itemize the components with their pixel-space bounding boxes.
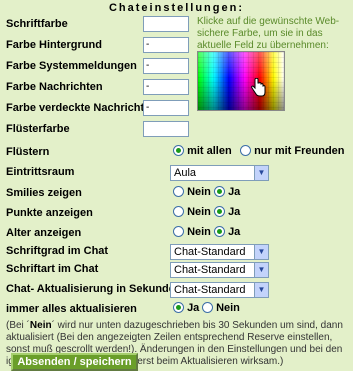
alter-option-nein[interactable]: Nein	[173, 226, 211, 238]
radio-label: nur mit Freunden	[254, 145, 345, 157]
label-punkte: Punkte anzeigen	[6, 207, 93, 219]
label-smilies: Smilies zeigen	[6, 187, 82, 199]
radio-label: Nein	[187, 226, 211, 238]
select-value: Chat-Standard	[174, 284, 246, 296]
label-farbe-verdeckte-nachricht: Farbe verdeckte Nachricht	[6, 102, 145, 114]
schriftgrad-select[interactable]: Chat-Standard ▼	[170, 244, 269, 260]
note-bold: Nein	[29, 320, 52, 331]
smilies-option-nein[interactable]: Nein	[173, 186, 211, 198]
label-eintrittsraum: Eintrittsraum	[6, 166, 75, 178]
radio-nein[interactable]	[173, 206, 184, 217]
label-schriftart: Schriftart im Chat	[6, 263, 99, 275]
chevron-down-icon[interactable]: ▼	[254, 166, 268, 180]
color-palette[interactable]	[197, 51, 285, 111]
label-farbe-systemmeldungen: Farbe Systemmeldungen	[6, 60, 137, 72]
schriftfarbe-field[interactable]	[143, 16, 189, 32]
farbe-hintergrund-field[interactable]: -	[143, 37, 189, 53]
note-prefix: (Bei ´	[6, 320, 30, 331]
immer-option-nein[interactable]: Nein	[202, 302, 240, 314]
radio-label: Nein	[187, 186, 211, 198]
radio-nur-freunde[interactable]	[240, 145, 251, 156]
radio-label: Nein	[216, 302, 240, 314]
label-fluestern: Flüstern	[6, 146, 50, 158]
eintrittsraum-select[interactable]: Aula ▼	[170, 165, 269, 181]
radio-ja[interactable]	[173, 302, 184, 313]
schriftart-select[interactable]: Chat-Standard ▼	[170, 262, 269, 278]
radio-label: Ja	[228, 206, 241, 218]
chevron-down-icon[interactable]: ▼	[254, 245, 268, 259]
punkte-option-ja[interactable]: Ja	[214, 206, 240, 218]
radio-ja[interactable]	[214, 226, 225, 237]
chevron-down-icon[interactable]: ▼	[254, 283, 268, 297]
farbe-nachrichten-field[interactable]: -	[143, 79, 189, 95]
select-value: Aula	[174, 167, 197, 179]
radio-ja[interactable]	[214, 186, 225, 197]
label-schriftgrad: Schriftgrad im Chat	[6, 245, 109, 257]
farbe-verdeckte-nachricht-field[interactable]: -	[143, 100, 189, 116]
page-title: Chateinstellungen:	[108, 2, 244, 14]
radio-label: mit allen	[187, 145, 232, 157]
radio-label: Ja	[187, 302, 200, 314]
aktualisierung-select[interactable]: Chat-Standard ▼	[170, 282, 269, 298]
punkte-option-nein[interactable]: Nein	[173, 206, 211, 218]
immer-option-ja[interactable]: Ja	[173, 302, 199, 314]
fluesterfarbe-field[interactable]	[143, 121, 189, 137]
radio-ja[interactable]	[214, 206, 225, 217]
radio-nein[interactable]	[173, 186, 184, 197]
fluestern-option-freunde[interactable]: nur mit Freunden	[240, 145, 345, 157]
radio-nein[interactable]	[202, 302, 213, 313]
label-aktualisierung: Chat- Aktualisierung in Sekunden	[6, 283, 182, 295]
radio-nein[interactable]	[173, 226, 184, 237]
label-farbe-hintergrund: Farbe Hintergrund	[6, 39, 102, 51]
radio-label: Ja	[228, 226, 241, 238]
select-value: Chat-Standard	[174, 246, 246, 258]
label-alter: Alter anzeigen	[6, 227, 82, 239]
radio-mit-allen[interactable]	[173, 145, 184, 156]
hand-cursor-icon	[251, 78, 266, 97]
label-farbe-nachrichten: Farbe Nachrichten	[6, 81, 103, 93]
submit-button[interactable]: Absenden / speichern	[11, 353, 138, 371]
palette-hint: Klicke auf die gewünschte Web-sichere Fa…	[197, 16, 340, 51]
chevron-down-icon[interactable]: ▼	[254, 263, 268, 277]
label-immer-aktualisieren: immer alles aktualisieren	[6, 303, 137, 315]
label-schriftfarbe: Schriftfarbe	[6, 18, 68, 30]
radio-label: Nein	[187, 206, 211, 218]
fluestern-option-alle[interactable]: mit allen	[173, 145, 232, 157]
select-value: Chat-Standard	[174, 264, 246, 276]
label-fluesterfarbe: Flüsterfarbe	[6, 123, 70, 135]
smilies-option-ja[interactable]: Ja	[214, 186, 240, 198]
radio-label: Ja	[228, 186, 241, 198]
farbe-systemmeldungen-field[interactable]: -	[143, 58, 189, 74]
alter-option-ja[interactable]: Ja	[214, 226, 240, 238]
